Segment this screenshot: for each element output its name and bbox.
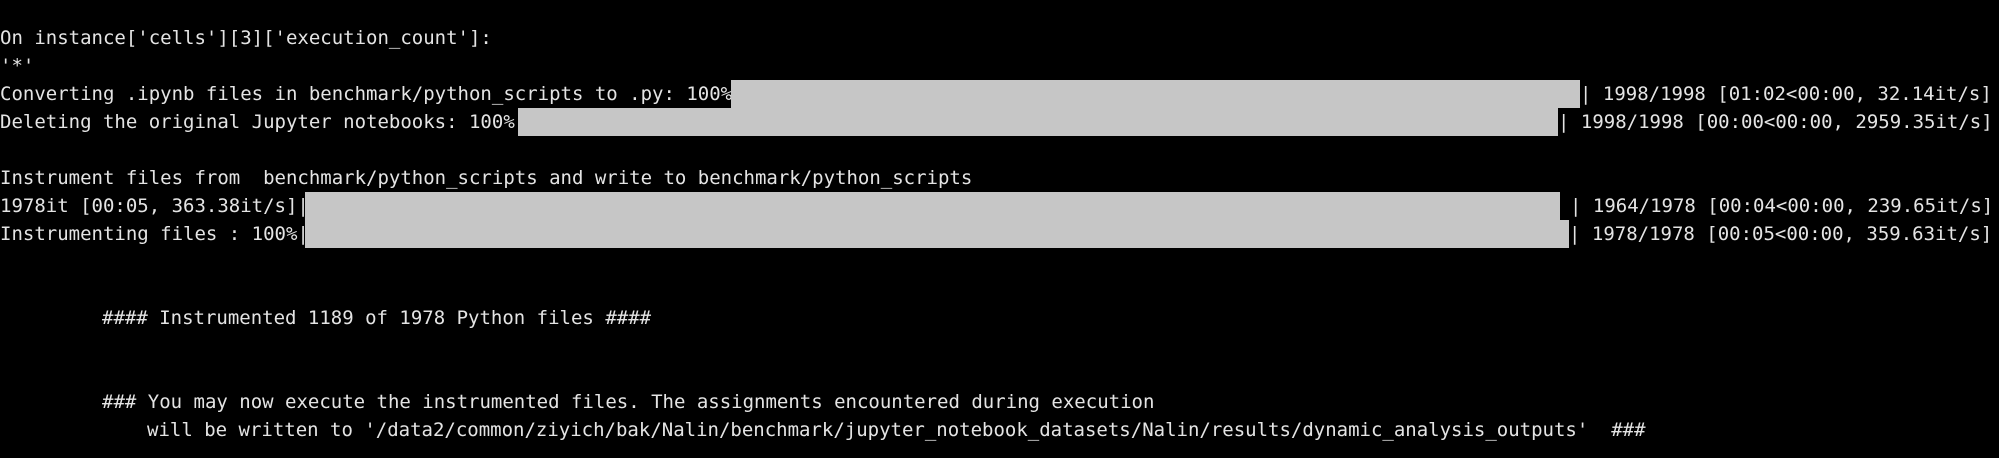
execution-notice-line-1: ### You may now execute the instrumented… <box>102 391 1155 413</box>
progress-iter-suffix: | 1964/1978 [00:04<00:00, 239.65it/s] <box>1570 195 1994 217</box>
progress-delete-fill <box>518 108 1558 136</box>
instrument-header: Instrument files from benchmark/python_s… <box>0 167 973 189</box>
instance-line: On instance['cells'][3]['execution_count… <box>0 27 492 49</box>
progress-bar-delete: Deleting the original Jupyter notebooks:… <box>0 108 1999 136</box>
instrumented-summary: #### Instrumented 1189 of 1978 Python fi… <box>102 307 652 329</box>
execution-notice-line-2: will be written to '/data2/common/ziyich… <box>147 419 1646 441</box>
progress-instrument-fill <box>305 220 1569 248</box>
progress-convert-fill <box>731 80 1580 108</box>
execution-count-value: '*' <box>0 55 35 77</box>
progress-convert-suffix: | 1998/1998 [01:02<00:00, 32.14it/s] <box>1580 83 1992 105</box>
progress-instrument-suffix: | 1978/1978 [00:05<00:00, 359.63it/s] <box>1569 223 1993 245</box>
progress-convert-prefix: Converting .ipynb files in benchmark/pyt… <box>0 83 744 105</box>
progress-iter-fill <box>305 192 1560 220</box>
progress-instrument-prefix: Instrumenting files : 100%| <box>0 223 309 245</box>
progress-delete-suffix: | 1998/1998 [00:00<00:00, 2959.35it/s] <box>1558 111 1993 133</box>
progress-iter-prefix: 1978it [00:05, 363.38it/s]| <box>0 195 309 217</box>
progress-bar-iter: 1978it [00:05, 363.38it/s]| | 1964/1978 … <box>0 192 1999 220</box>
progress-bar-convert: Converting .ipynb files in benchmark/pyt… <box>0 80 1999 108</box>
progress-bar-instrument: Instrumenting files : 100%| | 1978/1978 … <box>0 220 1999 248</box>
progress-delete-prefix: Deleting the original Jupyter notebooks:… <box>0 111 527 133</box>
